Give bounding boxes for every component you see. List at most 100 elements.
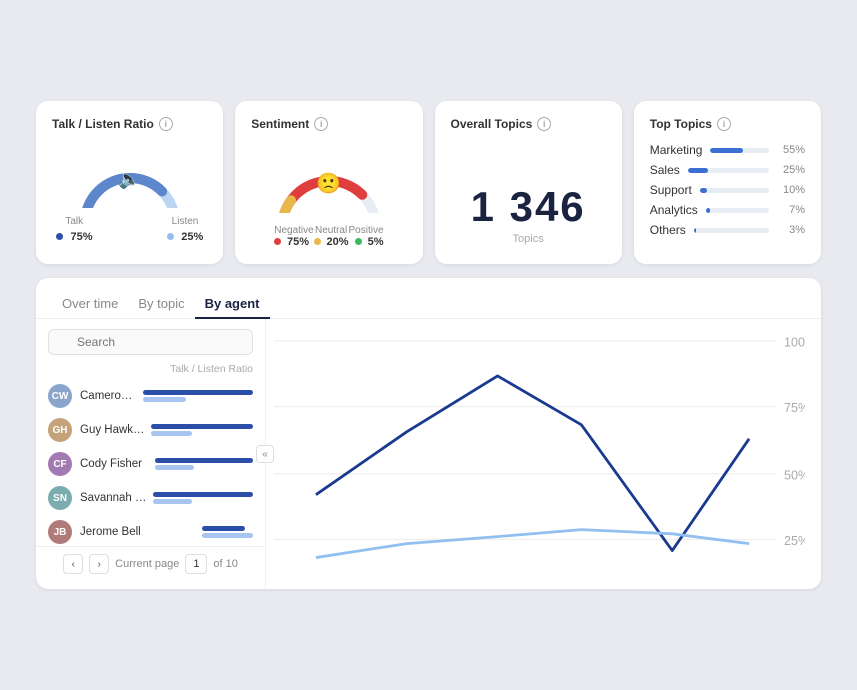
- svg-text:50%: 50%: [784, 468, 805, 482]
- agent-dark-bar: [155, 458, 253, 463]
- overall-topics-card: Overall Topics i 1 346 Topics: [435, 101, 622, 264]
- negative-dot: [274, 238, 281, 245]
- topic-pct: 10%: [777, 184, 805, 196]
- negative-value: 75%: [287, 236, 309, 248]
- agent-avatar: JB: [48, 520, 72, 544]
- topic-list-item: Marketing 55%: [650, 143, 805, 157]
- negative-label: Negative 75%: [274, 225, 313, 248]
- topic-pct: 25%: [777, 164, 805, 176]
- talk-value: 75%: [70, 231, 92, 243]
- agent-dark-bar: [153, 492, 253, 497]
- topic-pct: 55%: [777, 144, 805, 156]
- agent-dark-bar: [151, 424, 253, 429]
- listen-dot: [167, 233, 174, 240]
- page-number-input[interactable]: [185, 554, 207, 574]
- agent-avatar: CW: [48, 384, 72, 408]
- agent-list-item[interactable]: SN Savannah Nguyen: [36, 481, 265, 515]
- sentiment-gauge: 🙁 Negative 75% Neutral 20%: [251, 143, 406, 248]
- overall-topics-info-icon[interactable]: i: [537, 117, 551, 131]
- listen-value: 25%: [181, 231, 203, 243]
- topic-bar-wrap: [694, 228, 769, 233]
- agent-name: Savannah Nguyen: [80, 492, 147, 504]
- agent-name: Cameron Williamson: [80, 390, 137, 402]
- topic-bar: [710, 148, 742, 153]
- topics-number: 1 346: [471, 183, 586, 231]
- agent-avatar: GH: [48, 418, 72, 442]
- top-topics-card: Top Topics i Marketing 55% Sales 25% Sup…: [634, 101, 821, 264]
- agent-name: Jerome Bell: [80, 526, 196, 538]
- topics-sub-label: Topics: [513, 233, 544, 245]
- topic-bar-wrap: [700, 188, 769, 193]
- search-wrap: 🔍: [36, 329, 265, 363]
- next-page-button[interactable]: ›: [89, 554, 109, 574]
- topics-list: Marketing 55% Sales 25% Support 10% Anal…: [650, 143, 805, 237]
- topic-list-item: Sales 25%: [650, 163, 805, 177]
- topic-pct: 7%: [777, 204, 805, 216]
- sentiment-title: Sentiment i: [251, 117, 406, 131]
- sentiment-info-icon[interactable]: i: [314, 117, 328, 131]
- agent-light-bar: [202, 533, 253, 538]
- sad-face-icon: 🙁: [316, 171, 341, 196]
- topic-bar: [694, 228, 696, 233]
- tab-by-topic[interactable]: By topic: [128, 290, 194, 319]
- svg-text:100%: 100%: [784, 336, 805, 350]
- panel-body: 🔍 Talk / Listen Ratio CW Cameron William…: [36, 319, 821, 589]
- agent-list-item[interactable]: CW Cameron Williamson: [36, 379, 265, 413]
- current-page-label: Current page: [115, 558, 179, 570]
- agent-list-item[interactable]: JB Jerome Bell: [36, 515, 265, 546]
- agent-list: CW Cameron Williamson GH Guy Hawkins CF …: [36, 379, 265, 546]
- topic-list-item: Analytics 7%: [650, 203, 805, 217]
- top-topics-title-text: Top Topics: [650, 117, 712, 131]
- agent-list-item[interactable]: GH Guy Hawkins: [36, 413, 265, 447]
- topic-bar-wrap: [706, 208, 769, 213]
- neutral-value: 20%: [326, 236, 348, 248]
- agent-light-bar: [143, 397, 186, 402]
- talk-label: Talk 75%: [56, 216, 92, 245]
- panel-footer: ‹ › Current page of 10: [36, 546, 265, 581]
- agent-bar-group: [155, 458, 253, 470]
- topic-list-item: Others 3%: [650, 223, 805, 237]
- search-input[interactable]: [48, 329, 253, 355]
- bottom-panel: Over timeBy topicBy agent 🔍 Talk / Liste…: [36, 278, 821, 589]
- agent-dark-bar: [143, 390, 253, 395]
- sentiment-gauge-wrap: 🙁: [264, 143, 394, 213]
- topic-name: Analytics: [650, 203, 698, 217]
- agent-bar-group: [202, 526, 253, 538]
- sentiment-title-text: Sentiment: [251, 117, 309, 131]
- sentiment-labels: Negative 75% Neutral 20%: [274, 225, 383, 248]
- svg-text:25%: 25%: [784, 534, 805, 548]
- agent-light-bar: [153, 499, 192, 504]
- positive-dot: [355, 238, 362, 245]
- gauge-wrap: 🔈: [70, 143, 190, 208]
- topic-bar: [706, 208, 710, 213]
- overall-topics-title-text: Overall Topics: [451, 117, 533, 131]
- positive-value: 5%: [368, 236, 384, 248]
- gauge-labels: Talk 75% Listen 25%: [52, 216, 207, 245]
- agent-name: Cody Fisher: [80, 458, 149, 470]
- tab-by-agent[interactable]: By agent: [195, 290, 270, 319]
- chart-area: « 100% 75% 50% 25%: [266, 319, 821, 589]
- talk-listen-info-icon[interactable]: i: [159, 117, 173, 131]
- agent-dark-bar: [202, 526, 245, 531]
- agent-list-item[interactable]: CF Cody Fisher: [36, 447, 265, 481]
- agent-name: Guy Hawkins: [80, 424, 145, 436]
- topic-bar-wrap: [688, 168, 769, 173]
- agent-bar-group: [143, 390, 253, 402]
- prev-page-button[interactable]: ‹: [63, 554, 83, 574]
- topic-name: Support: [650, 183, 692, 197]
- bars-column-header: Talk / Listen Ratio: [170, 363, 253, 375]
- collapse-button[interactable]: «: [256, 445, 274, 463]
- tab-over-time[interactable]: Over time: [52, 290, 128, 319]
- topic-name: Others: [650, 223, 686, 237]
- topic-list-item: Support 10%: [650, 183, 805, 197]
- agent-avatar: SN: [48, 486, 72, 510]
- agent-bar-group: [153, 492, 253, 504]
- chart-inner: 100% 75% 50% 25% 0 Jan Feb Mar Apr: [274, 327, 805, 589]
- listen-label: Listen 25%: [167, 216, 203, 245]
- talk-dot: [56, 233, 63, 240]
- agent-list-wrap: 🔍 Talk / Listen Ratio CW Cameron William…: [36, 319, 266, 589]
- overall-topics-title: Overall Topics i: [451, 117, 606, 131]
- topic-name: Sales: [650, 163, 680, 177]
- top-topics-info-icon[interactable]: i: [717, 117, 731, 131]
- line-chart-svg: 100% 75% 50% 25% 0 Jan Feb Mar Apr: [274, 327, 805, 589]
